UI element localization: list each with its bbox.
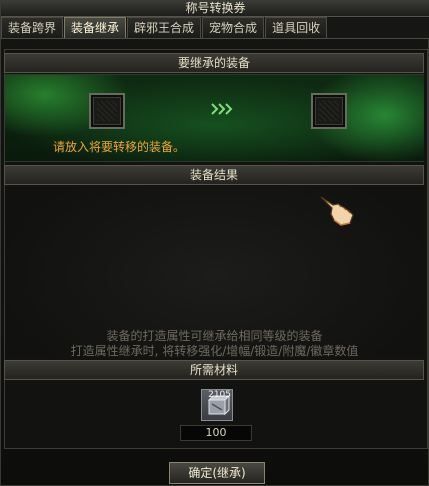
- tab-bixie-king-synthesis[interactable]: 辟邪王合成: [127, 17, 202, 38]
- tab-item-recycle[interactable]: 道具回收: [265, 17, 328, 38]
- target-equipment-slot[interactable]: [311, 93, 347, 129]
- required-material-slot[interactable]: 2105: [201, 389, 233, 421]
- tab-bar: 装备跨界 装备继承 辟邪王合成 宠物合成 道具回收: [1, 17, 429, 39]
- source-equipment-slot[interactable]: [89, 93, 125, 129]
- tab-equipment-crossover[interactable]: 装备跨界: [1, 17, 64, 38]
- tab-equipment-inherit[interactable]: 装备继承: [64, 17, 127, 38]
- result-section-header: 装备结果: [4, 165, 424, 185]
- material-owned-count: 2105: [208, 390, 231, 400]
- window-title: 称号转换券: [1, 1, 429, 17]
- inherit-hint-text: 请放入将要转移的装备。: [53, 140, 186, 154]
- materials-section-header: 所需材料: [4, 360, 424, 380]
- pointing-hand-cursor-icon: [320, 196, 354, 226]
- transfer-arrows-icon: [211, 103, 233, 115]
- result-description-line-2: 打造属性继承时, 将转移强化/增幅/锻造/附魔/徽章数值: [70, 344, 359, 358]
- inherit-section-header: 要继承的装备: [4, 53, 424, 73]
- equipment-inherit-window: 称号转换券 装备跨界 装备继承 辟邪王合成 宠物合成 道具回收 要继承的装备 请…: [0, 0, 429, 486]
- confirm-inherit-button[interactable]: 确定(继承): [169, 462, 265, 484]
- tab-pet-synthesis[interactable]: 宠物合成: [202, 17, 265, 38]
- material-quantity-field: 100: [180, 425, 252, 441]
